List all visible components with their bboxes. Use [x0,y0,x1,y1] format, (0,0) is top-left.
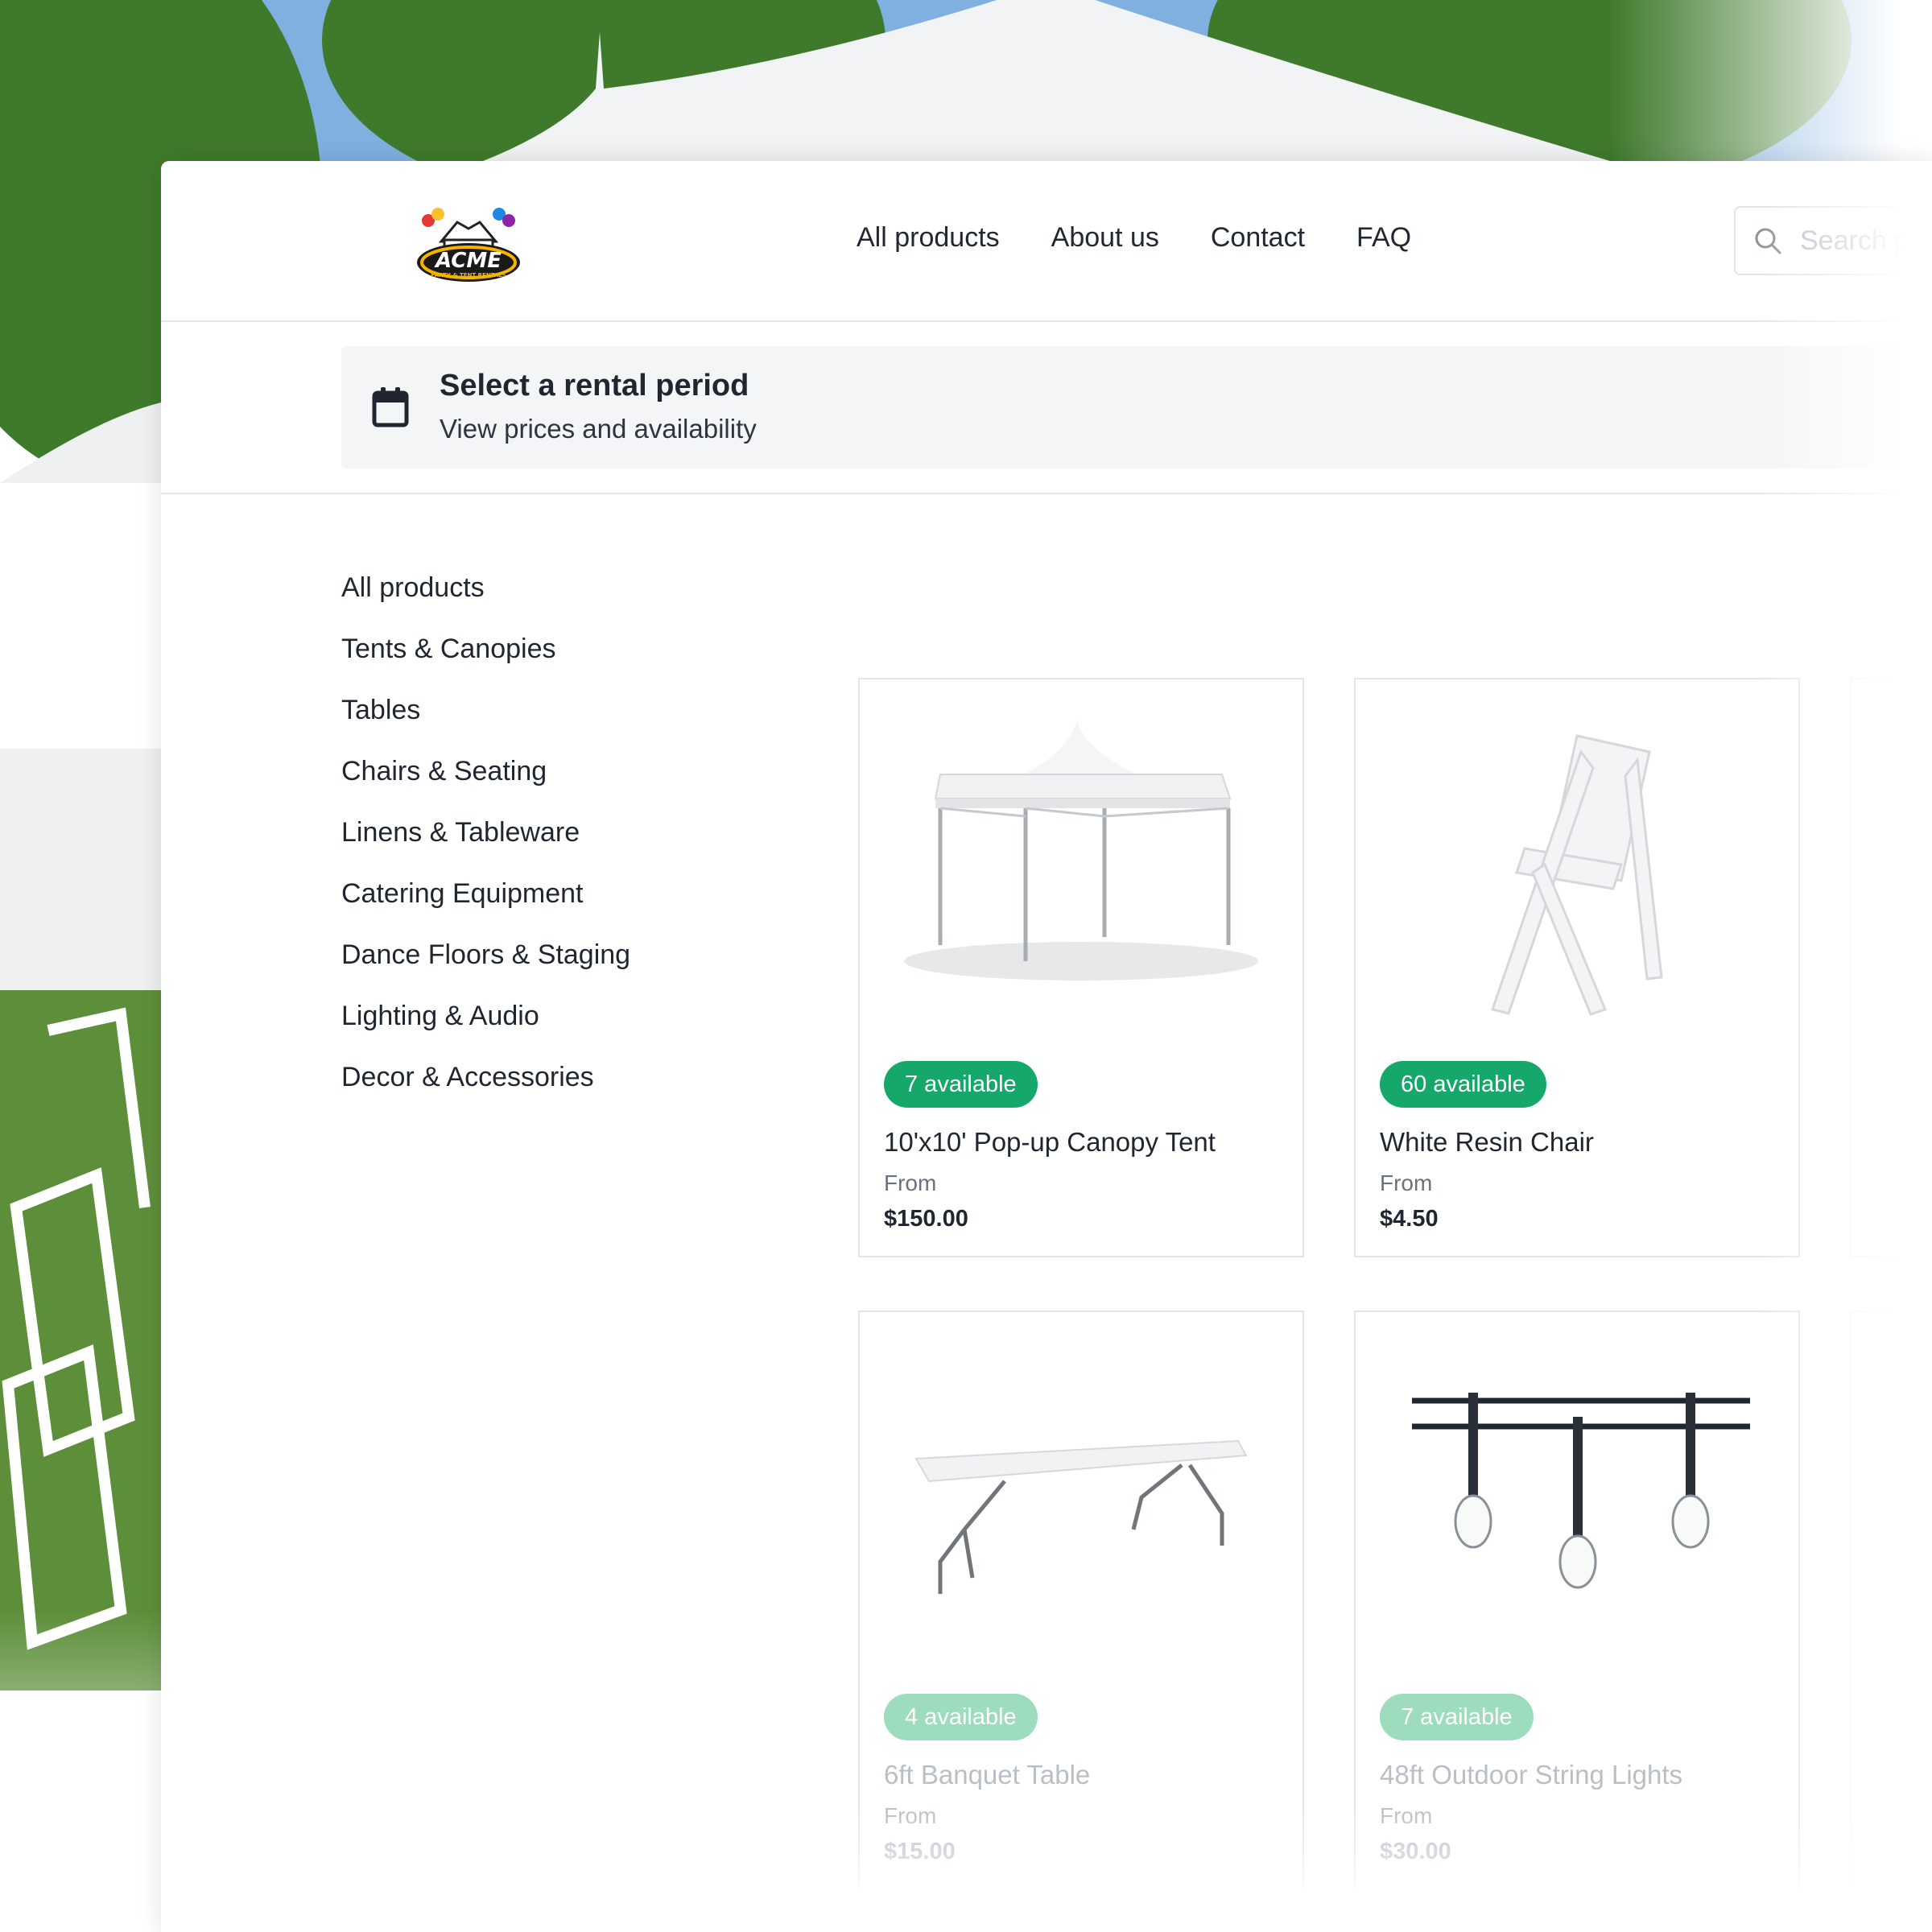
availability-badge: 60 available [1380,1061,1546,1108]
canopy-tent-image [904,720,1258,980]
price-from-label: From [1380,1170,1433,1195]
price-from-label: From [884,1170,937,1195]
acme-logo[interactable]: ACME PARTY & TENT RENTALS [409,193,528,296]
string-lights-image [1412,1393,1750,1589]
category-tents-canopies[interactable]: Tents & Canopies [341,633,630,694]
product-card-partial[interactable] [1850,1311,1932,1890]
nav-about-us[interactable]: About us [1051,222,1159,254]
product-card[interactable]: 4 available 6ft Banquet Table From $15.0… [858,1311,1304,1890]
nav-contact[interactable]: Contact [1211,222,1305,254]
product-price: $150.00 [884,1206,968,1232]
product-price: $15.00 [884,1839,956,1864]
product-name: White Resin Chair [1380,1127,1594,1157]
product-name: 10'x10' Pop-up Canopy Tent [884,1127,1216,1157]
product-card[interactable]: 7 available 10'x10' Pop-up Canopy Tent F… [858,678,1304,1257]
category-dance-floors-staging[interactable]: Dance Floors & Staging [341,939,630,1000]
search-icon [1755,228,1781,254]
nav-faq[interactable]: FAQ [1356,222,1411,254]
product-name: 48ft Outdoor String Lights [1380,1760,1683,1790]
category-linens-tableware[interactable]: Linens & Tableware [341,816,630,877]
category-chairs-seating[interactable]: Chairs & Seating [341,755,630,816]
divider [161,493,1932,494]
availability-badge: 7 available [884,1061,1038,1108]
main-nav: All products About us Contact FAQ [857,222,1411,254]
category-decor-accessories[interactable]: Decor & Accessories [341,1061,630,1122]
category-lighting-audio[interactable]: Lighting & Audio [341,1000,630,1061]
rental-period-title: Select a rental period [440,369,749,402]
category-all-products[interactable]: All products [341,572,630,633]
category-tables[interactable]: Tables [341,694,630,755]
banquet-table-image [914,1439,1248,1594]
price-from-label: From [1380,1803,1433,1828]
product-price: $30.00 [1380,1839,1451,1864]
search-box[interactable] [1734,206,1932,275]
rental-period-subtitle: View prices and availability [440,414,757,444]
rental-period-selector[interactable]: Select a rental period View prices and a… [341,346,1932,469]
truck [0,749,161,990]
logo-subtext: PARTY & TENT RENTALS [431,272,506,279]
product-name: 6ft Banquet Table [884,1760,1091,1790]
chairs-photo [2,1007,151,1650]
product-card-partial[interactable] [1850,678,1932,1257]
price-from-label: From [884,1803,937,1828]
header: ACME PARTY & TENT RENTALS All products A… [161,161,1932,322]
product-card[interactable]: 7 available 48ft Outdoor String Lights F… [1354,1311,1800,1890]
logo-text: ACME [434,249,502,273]
category-catering-equipment[interactable]: Catering Equipment [341,877,630,939]
product-price: $4.50 [1380,1206,1439,1232]
nav-all-products[interactable]: All products [857,222,1000,254]
storefront-window: ACME PARTY & TENT RENTALS All products A… [161,161,1932,1932]
availability-badge: 4 available [884,1694,1038,1740]
folding-chair-image [1491,734,1663,1016]
product-card[interactable]: 60 available White Resin Chair From $4.5… [1354,678,1800,1257]
calendar-icon [372,387,409,427]
category-list: All products Tents & Canopies Tables Cha… [341,572,630,1122]
search-input[interactable] [1798,224,1932,258]
availability-badge: 7 available [1380,1694,1534,1740]
